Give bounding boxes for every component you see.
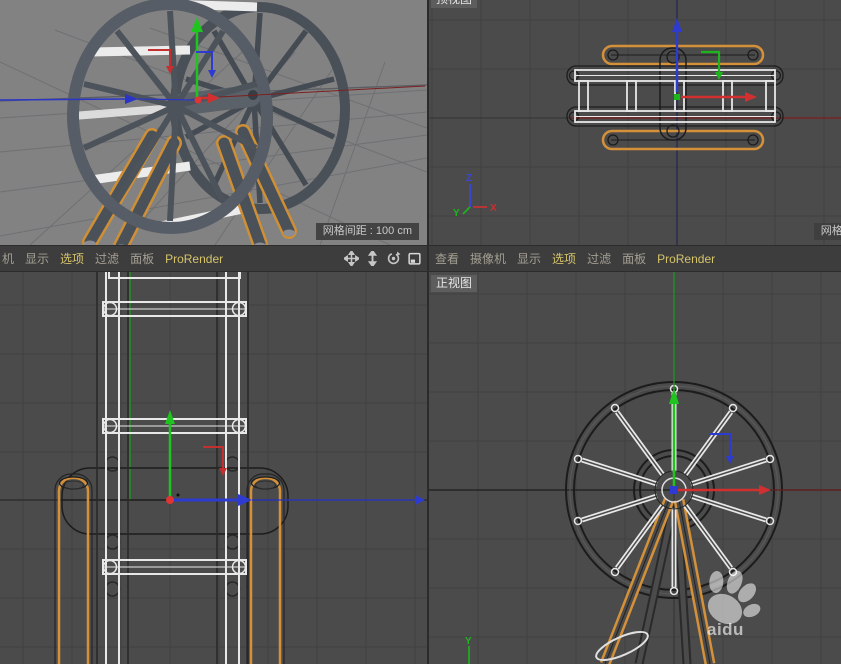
menu-item-panel[interactable]: 面板 (130, 250, 154, 267)
viewport-front[interactable]: Y 正视图 aidu (429, 272, 841, 664)
pan-icon[interactable] (344, 251, 359, 266)
menu-item-options[interactable]: 选项 (60, 250, 84, 267)
viewport-label-top: 顶视图 (431, 0, 477, 8)
left-viewport-menu: 机 显示 选项 过滤 面板 ProRender (0, 246, 427, 271)
grid-spacing-label-partial: 网格间距 : 100 cm (814, 223, 841, 240)
toggle-view-icon[interactable] (407, 251, 422, 266)
axis-label-z: Z (466, 173, 472, 184)
world-axis-indicator-top: Z X Y (453, 173, 497, 219)
menu-item-camera-cropped[interactable]: 机 (2, 250, 14, 267)
axis-label-y: Y (453, 208, 460, 219)
rotate-icon[interactable] (386, 251, 401, 266)
viewport-nav-icons (344, 251, 427, 266)
zoom-icon[interactable] (365, 251, 380, 266)
axis-label-x: X (490, 203, 497, 214)
viewport-right[interactable] (0, 272, 427, 664)
viewport-menubar: 机 显示 选项 过滤 面板 ProRender (0, 245, 841, 272)
menu-item-filter[interactable]: 过滤 (95, 250, 119, 267)
axis-label-y: Y (465, 636, 472, 647)
axis-gizmo-right[interactable] (165, 410, 425, 506)
viewport-label-front: 正视图 (431, 275, 477, 292)
menu-item-filter[interactable]: 过滤 (587, 250, 611, 267)
grid-spacing-label: 网格间距 : 100 cm (316, 223, 419, 240)
menu-item-prorender[interactable]: ProRender (657, 252, 715, 266)
world-axis-indicator-front: Y (465, 636, 472, 664)
menu-item-panel[interactable]: 面板 (622, 250, 646, 267)
menu-item-display[interactable]: 显示 (25, 250, 49, 267)
menu-item-prorender[interactable]: ProRender (165, 252, 223, 266)
right-viewport-menu: 查看 摄像机 显示 选项 过滤 面板 ProRender (427, 246, 841, 271)
c4d-quad-viewport: 网格间距 : 100 cm (0, 0, 841, 664)
watermark-text: aidu (707, 620, 744, 640)
viewport-top[interactable]: Z X Y 顶视图 网格间距 : 100 cm (429, 0, 841, 245)
menu-item-display[interactable]: 显示 (517, 250, 541, 267)
menu-item-camera[interactable]: 摄像机 (470, 250, 506, 267)
menu-item-options[interactable]: 选项 (552, 250, 576, 267)
viewport-perspective[interactable]: 网格间距 : 100 cm (0, 0, 427, 245)
menu-item-view[interactable]: 查看 (435, 250, 459, 267)
